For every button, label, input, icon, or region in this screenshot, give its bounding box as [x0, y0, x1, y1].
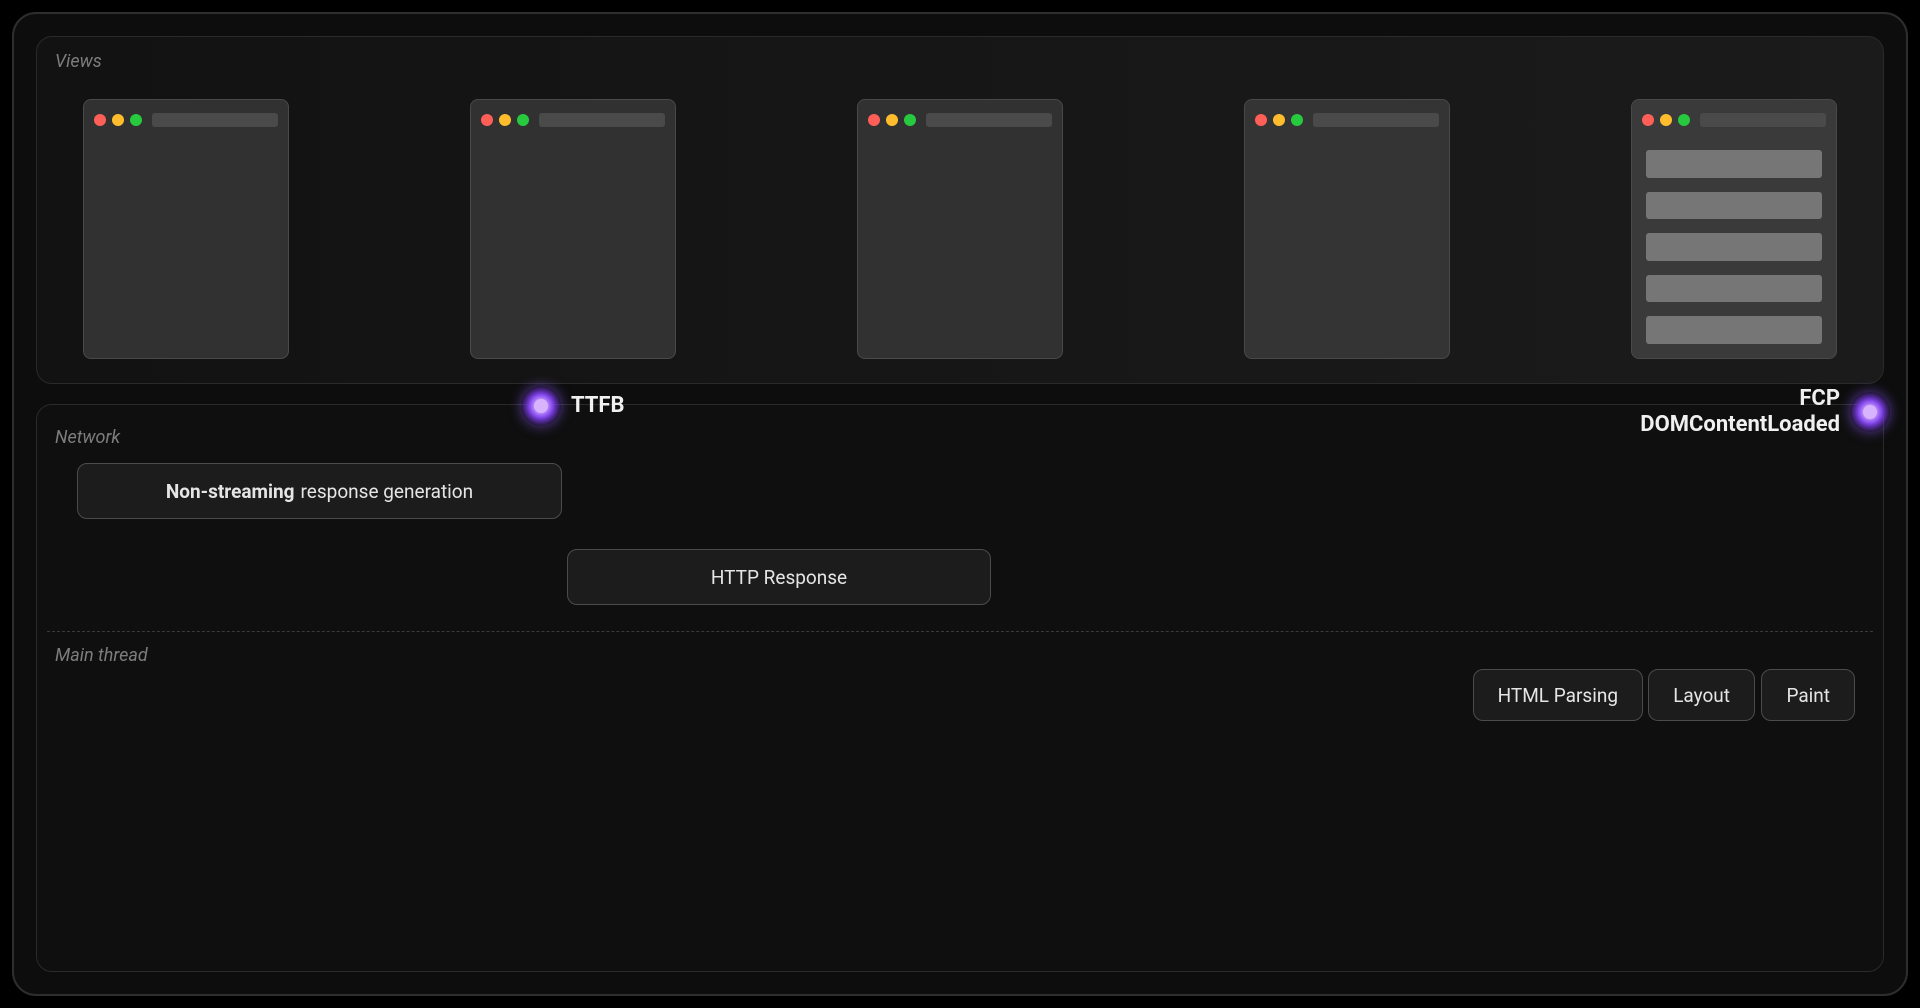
traffic-light-green-icon: [130, 114, 142, 126]
traffic-light-yellow-icon: [499, 114, 511, 126]
fcp-label: FCP DOMContentLoaded: [1640, 386, 1840, 439]
main-thread-label: Main thread: [55, 645, 148, 666]
marker-dot-icon: [521, 386, 561, 426]
traffic-light-yellow-icon: [1660, 114, 1672, 126]
content-line: [1646, 150, 1822, 178]
traffic-light-red-icon: [1642, 114, 1654, 126]
views-row: [83, 99, 1837, 359]
content-line: [1646, 233, 1822, 261]
url-bar-placeholder: [1313, 113, 1439, 127]
gen-rest: response generation: [301, 480, 474, 503]
url-bar-placeholder: [152, 113, 278, 127]
paint-label: Paint: [1786, 684, 1830, 707]
fcp-line1: FCP: [1640, 386, 1840, 412]
paint-block: Paint: [1761, 669, 1855, 721]
parse-label: HTML Parsing: [1498, 684, 1618, 707]
views-panel: Views: [36, 36, 1884, 384]
fcp-line2: DOMContentLoaded: [1640, 412, 1840, 438]
browser-bar: [868, 110, 1052, 130]
http-label: HTTP Response: [711, 566, 847, 589]
gen-strong: Non-streaming: [166, 480, 295, 503]
ttfb-label: TTFB: [571, 393, 625, 419]
response-generation-block: Non-streaming response generation: [77, 463, 562, 519]
url-bar-placeholder: [1700, 113, 1826, 127]
traffic-light-yellow-icon: [886, 114, 898, 126]
browser-frame-5: [1631, 99, 1837, 359]
network-label: Network: [55, 427, 120, 448]
marker-dot-icon: [1850, 392, 1890, 432]
url-bar-placeholder: [539, 113, 665, 127]
views-label: Views: [55, 51, 102, 72]
rendered-content: [1646, 150, 1822, 344]
layout-block: Layout: [1648, 669, 1755, 721]
section-divider: [47, 631, 1873, 632]
browser-bar: [1642, 110, 1826, 130]
traffic-light-yellow-icon: [112, 114, 124, 126]
http-response-block: HTTP Response: [567, 549, 991, 605]
browser-frame-4: [1244, 99, 1450, 359]
browser-frame-2: [470, 99, 676, 359]
traffic-light-green-icon: [517, 114, 529, 126]
content-line: [1646, 275, 1822, 303]
diagram-frame: Views: [12, 12, 1908, 996]
traffic-light-red-icon: [481, 114, 493, 126]
browser-bar: [1255, 110, 1439, 130]
html-parsing-block: HTML Parsing: [1473, 669, 1643, 721]
browser-frame-3: [857, 99, 1063, 359]
layout-label: Layout: [1673, 684, 1730, 707]
browser-bar: [481, 110, 665, 130]
traffic-light-green-icon: [1678, 114, 1690, 126]
content-line: [1646, 316, 1822, 344]
timeline-panel: Network Non-streaming response generatio…: [36, 404, 1884, 972]
traffic-light-green-icon: [904, 114, 916, 126]
fcp-marker: FCP DOMContentLoaded: [1640, 386, 1890, 439]
traffic-light-yellow-icon: [1273, 114, 1285, 126]
content-line: [1646, 192, 1822, 220]
url-bar-placeholder: [926, 113, 1052, 127]
ttfb-marker: TTFB: [521, 386, 625, 426]
browser-bar: [94, 110, 278, 130]
traffic-light-green-icon: [1291, 114, 1303, 126]
traffic-light-red-icon: [1255, 114, 1267, 126]
traffic-light-red-icon: [868, 114, 880, 126]
traffic-light-red-icon: [94, 114, 106, 126]
browser-frame-1: [83, 99, 289, 359]
